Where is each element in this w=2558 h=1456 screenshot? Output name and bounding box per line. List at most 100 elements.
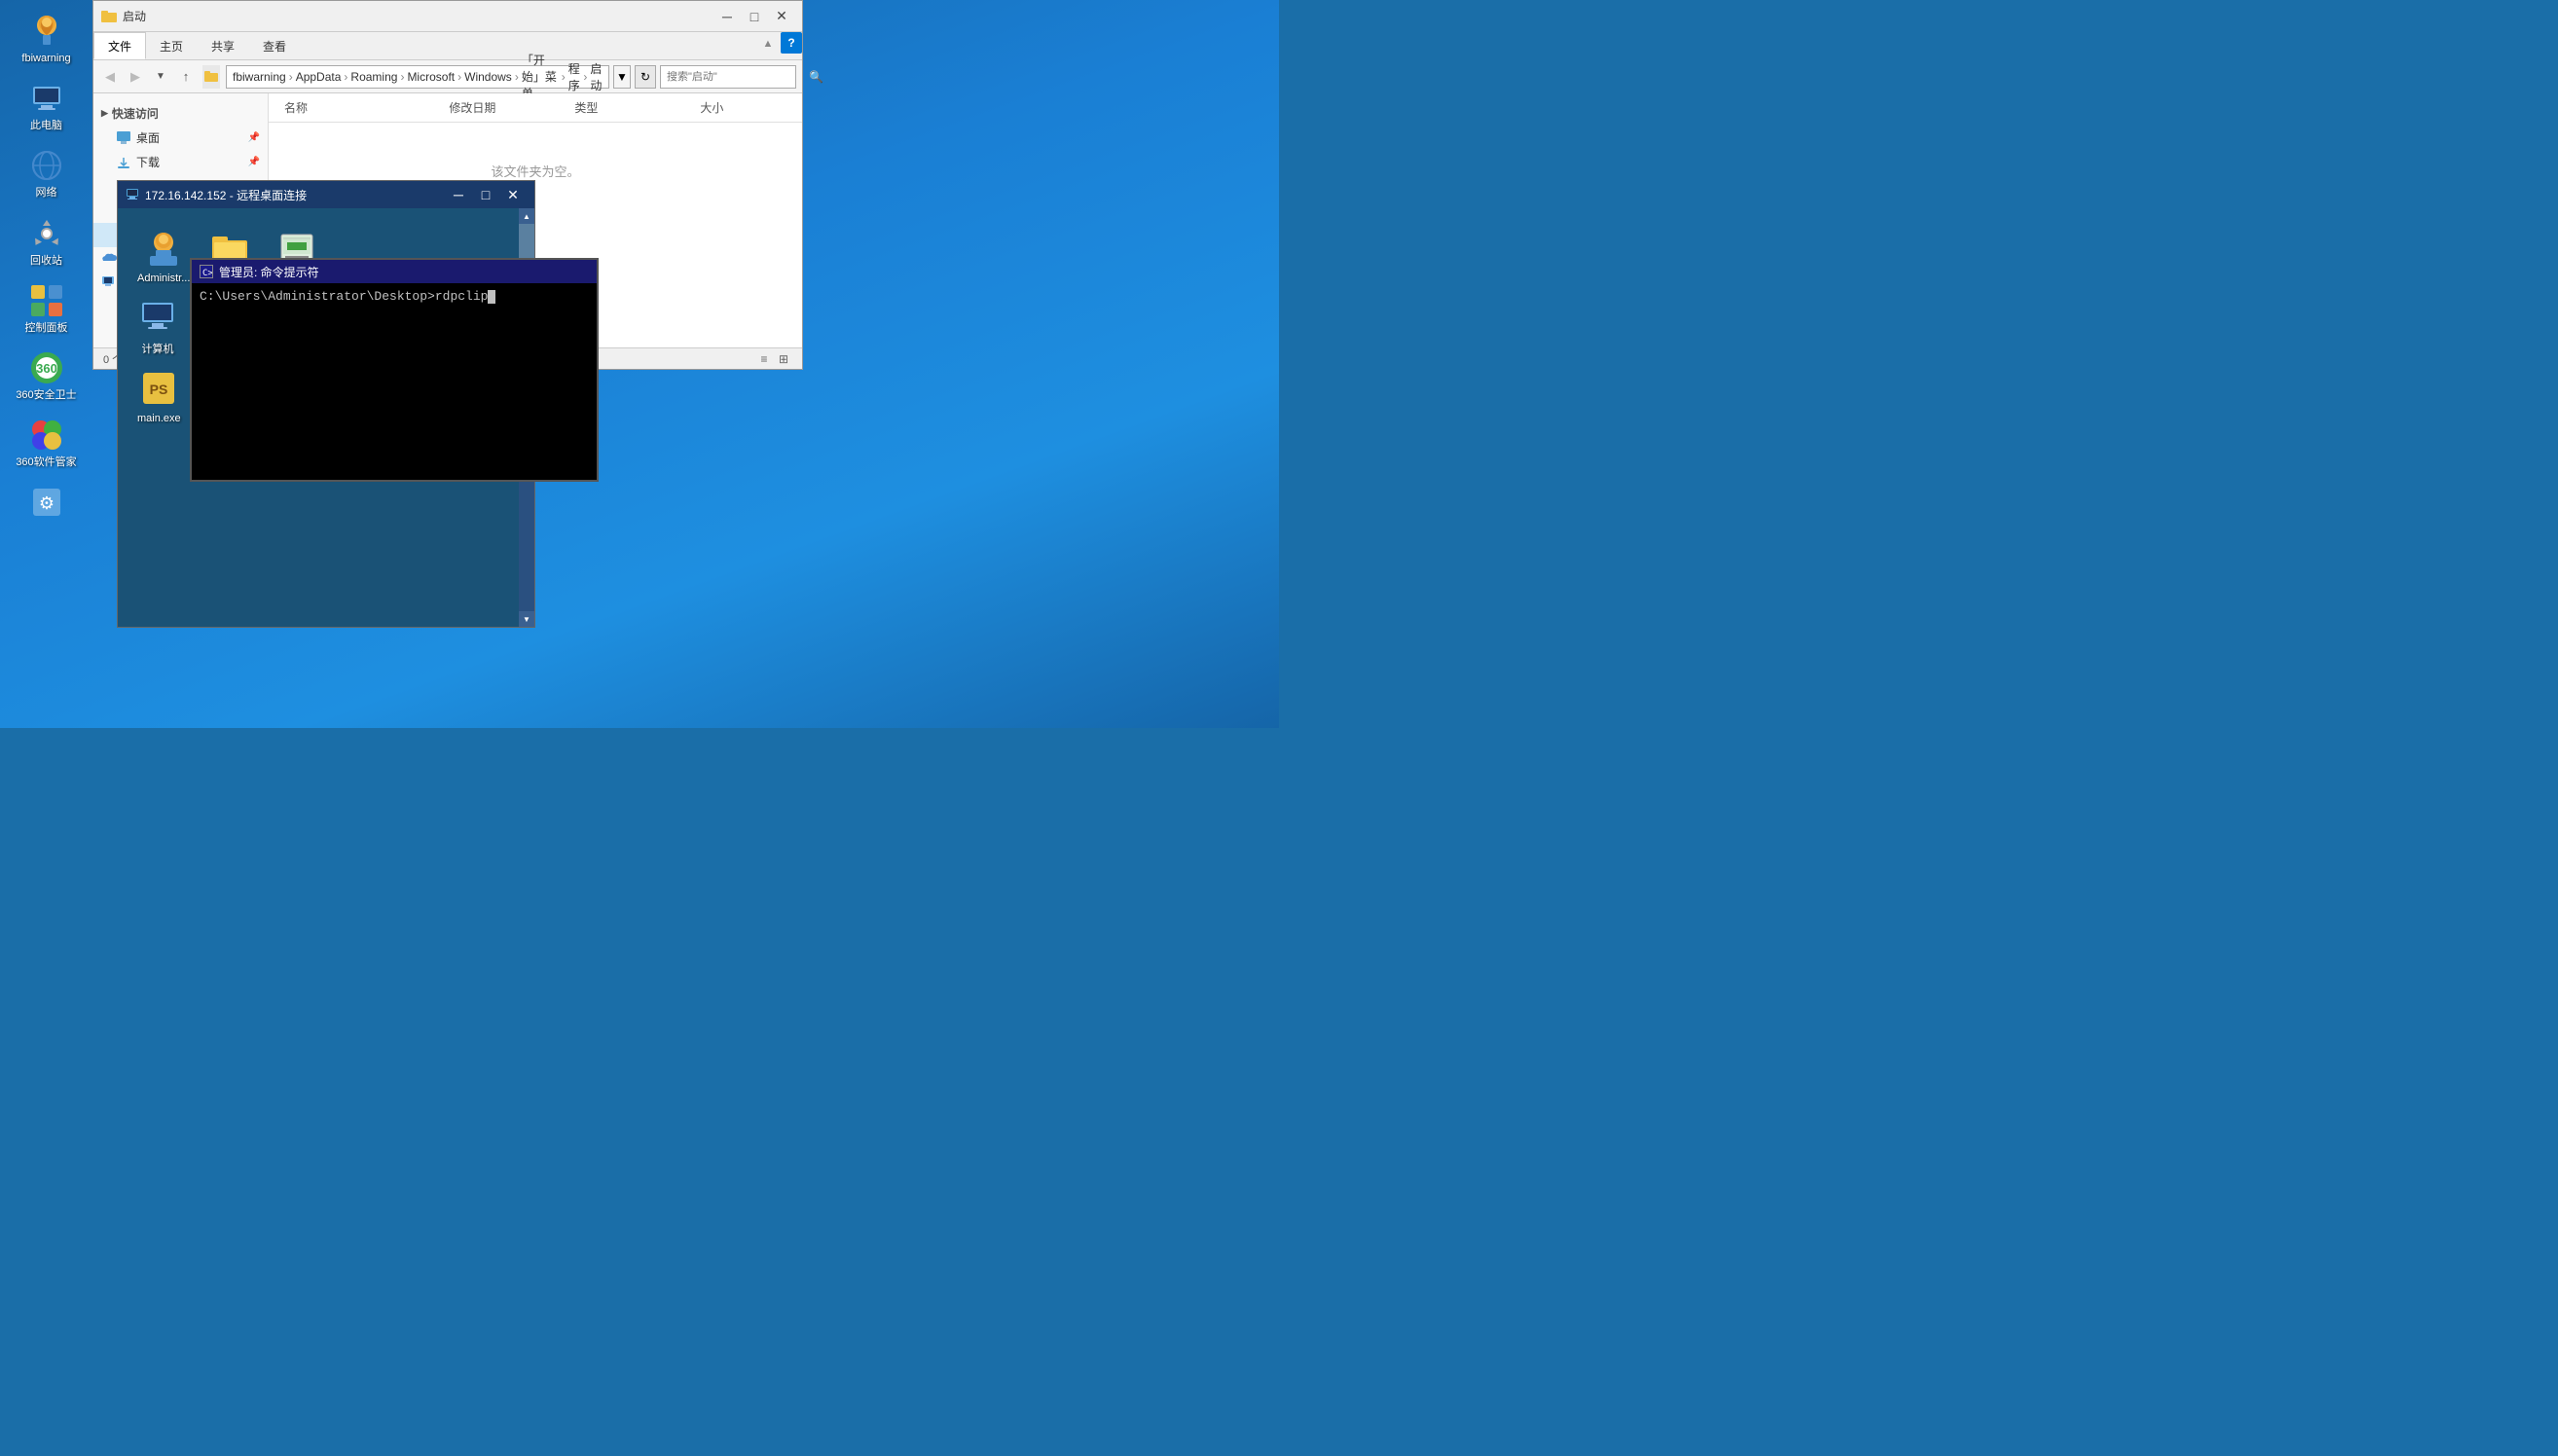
desktop-icon-fbiwarning[interactable]: fbiwarning xyxy=(5,10,88,69)
cmd-title-text: 管理员: 命令提示符 xyxy=(219,264,589,280)
desktop-icon-recycle[interactable]: 回收站 xyxy=(5,212,88,272)
desktop-icon-settings[interactable]: ⚙ xyxy=(5,481,88,528)
col-name-header: 名称 xyxy=(284,97,449,118)
rdp-minimize-btn[interactable]: ─ xyxy=(445,182,472,207)
path-windows[interactable]: Windows xyxy=(464,70,512,84)
downloads-icon xyxy=(117,156,130,169)
svg-text:PS: PS xyxy=(150,382,168,397)
path-fbiwarning[interactable]: fbiwarning xyxy=(233,70,286,84)
svg-text:C>: C> xyxy=(202,269,212,277)
large-icons-view-btn[interactable]: ⊞ xyxy=(775,350,792,368)
recycle-label: 回收站 xyxy=(30,255,62,268)
onedrive-icon xyxy=(101,253,117,263)
path-startup[interactable]: 启动 xyxy=(590,60,603,93)
rdp-scroll-thumb xyxy=(519,224,534,263)
recent-locations-button[interactable]: ▼ xyxy=(150,66,171,88)
cmd-window: C> 管理员: 命令提示符 C:\Users\Administrator\Des… xyxy=(190,258,599,482)
rdp-scroll-down-btn[interactable]: ▼ xyxy=(519,611,534,627)
search-box[interactable]: 🔍 xyxy=(660,65,796,89)
cmd-icon: C> xyxy=(200,265,213,278)
close-button[interactable]: ✕ xyxy=(769,5,794,28)
address-bar: ◀ ▶ ▼ ↑ fbiwarning › AppData › Roaming ›… xyxy=(93,60,802,93)
ribbon-expand-btn[interactable]: ▲ xyxy=(755,32,781,55)
rdp-titlebar: 172.16.142.152 - 远程桌面连接 ─ □ ✕ xyxy=(118,181,534,208)
titlebar-controls: ─ □ ✕ xyxy=(714,5,794,28)
desktop-icons-container: fbiwarning 此电脑 xyxy=(0,0,92,537)
cmd-prompt-line: C:\Users\Administrator\Desktop>rdpclip xyxy=(200,289,589,304)
desktop-icon-control[interactable]: 控制面板 xyxy=(5,279,88,339)
refresh-button[interactable]: ↻ xyxy=(635,65,656,89)
mainexe-label: main.exe xyxy=(137,413,181,424)
details-view-btn[interactable]: ≡ xyxy=(755,350,773,368)
cmd-cursor xyxy=(488,290,495,304)
desktop-icon-360manager[interactable]: 360软件管家 xyxy=(5,414,88,473)
back-button[interactable]: ◀ xyxy=(99,66,121,88)
sidebar-item-desktop[interactable]: 桌面 📌 xyxy=(93,126,268,150)
col-date-header: 修改日期 xyxy=(449,97,574,118)
administrator-icon xyxy=(143,228,184,269)
rdp-icon-administrator[interactable]: Administr... xyxy=(137,228,190,284)
col-type-header: 类型 xyxy=(574,97,700,118)
network-label: 网络 xyxy=(36,187,57,200)
sidebar-quickaccess-header[interactable]: ▶ 快速访问 xyxy=(93,101,268,126)
rdp-maximize-btn[interactable]: □ xyxy=(472,182,499,207)
minimize-button[interactable]: ─ xyxy=(714,5,740,28)
control-icon xyxy=(29,283,64,318)
ribbon: 文件 主页 共享 查看 ▲ ? xyxy=(93,32,802,60)
desktop-icon-small xyxy=(117,131,130,145)
rdp-title-left: 172.16.142.152 - 远程桌面连接 xyxy=(126,187,307,203)
rdp-computer-icon xyxy=(137,296,178,337)
rdp-icon-mainexe[interactable]: PS main.exe xyxy=(137,368,181,436)
maximize-button[interactable]: □ xyxy=(742,5,767,28)
content-header: 名称 修改日期 类型 大小 xyxy=(269,93,802,123)
file-explorer-titlebar: 启动 ─ □ ✕ xyxy=(93,1,802,32)
thispc-icon xyxy=(101,274,115,288)
folder-nav-icon xyxy=(202,65,220,89)
sidebar-item-downloads[interactable]: 下载 📌 xyxy=(93,150,268,174)
tab-view[interactable]: 查看 xyxy=(249,32,301,59)
search-input[interactable] xyxy=(667,71,805,83)
svg-text:360: 360 xyxy=(36,361,57,376)
col-size-header: 大小 xyxy=(700,97,786,118)
help-button[interactable]: ? xyxy=(781,32,802,54)
search-icon: 🔍 xyxy=(809,70,823,84)
desktop-icon-360safe[interactable]: 360 360安全卫士 xyxy=(5,346,88,406)
network-icon xyxy=(29,148,64,183)
mypc-icon xyxy=(29,81,64,116)
folder-titlebar-icon xyxy=(101,9,117,24)
desktop-icon-mypc[interactable]: 此电脑 xyxy=(5,77,88,136)
view-icons: ≡ ⊞ xyxy=(755,350,792,368)
settings-icon: ⚙ xyxy=(29,485,64,520)
pin-icon-downloads: 📌 xyxy=(248,157,260,167)
path-programs[interactable]: 程序 xyxy=(568,60,581,93)
rdp-close-btn[interactable]: ✕ xyxy=(499,182,527,207)
address-path[interactable]: fbiwarning › AppData › Roaming › Microso… xyxy=(226,65,609,89)
mainexe-icon: PS xyxy=(138,368,179,409)
path-roaming[interactable]: Roaming xyxy=(350,70,397,84)
rdp-icon-computer[interactable]: 计算机 xyxy=(137,296,178,356)
file-explorer-title: 启动 xyxy=(123,8,146,24)
desktop: fbiwarning 此电脑 xyxy=(0,0,1279,728)
svg-text:⚙: ⚙ xyxy=(38,493,54,513)
cmd-content[interactable]: C:\Users\Administrator\Desktop>rdpclip xyxy=(192,283,597,480)
control-label: 控制面板 xyxy=(25,322,68,335)
rdp-controls: ─ □ ✕ xyxy=(445,182,527,207)
up-button[interactable]: ↑ xyxy=(175,66,197,88)
forward-button[interactable]: ▶ xyxy=(125,66,146,88)
pin-icon-desktop: 📌 xyxy=(248,132,260,143)
360safe-icon: 360 xyxy=(29,350,64,385)
desktop-icon-network[interactable]: 网络 xyxy=(5,144,88,203)
tab-share[interactable]: 共享 xyxy=(198,32,249,59)
path-microsoft[interactable]: Microsoft xyxy=(407,70,455,84)
address-dropdown-btn[interactable]: ▼ xyxy=(613,65,631,89)
mypc-label: 此电脑 xyxy=(30,120,62,132)
rdp-scroll-up-btn[interactable]: ▲ xyxy=(519,208,534,224)
tab-file[interactable]: 文件 xyxy=(93,32,146,59)
titlebar-left: 启动 xyxy=(101,8,146,24)
fbiwarning-icon xyxy=(29,14,64,49)
recycle-icon xyxy=(29,216,64,251)
path-appdata[interactable]: AppData xyxy=(296,70,342,84)
ribbon-tabs: 文件 主页 共享 查看 ▲ ? xyxy=(93,32,802,59)
tab-home[interactable]: 主页 xyxy=(146,32,198,59)
360safe-label: 360安全卫士 xyxy=(16,389,76,402)
